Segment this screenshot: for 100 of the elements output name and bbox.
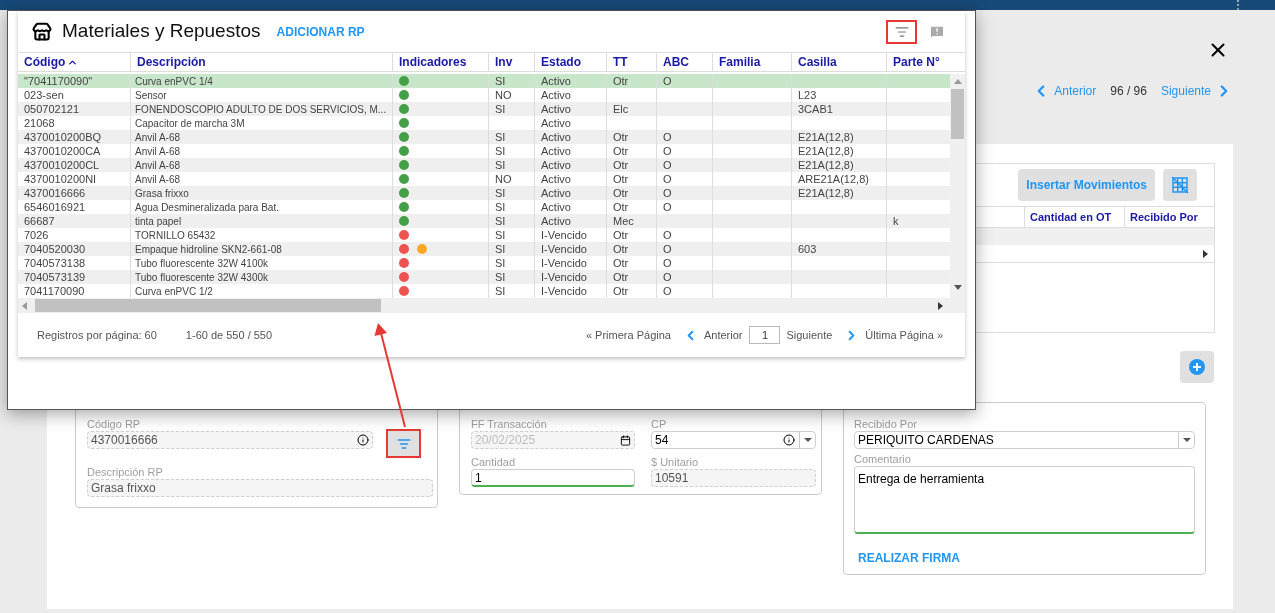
table-cell: SI bbox=[495, 144, 506, 158]
table-cell: I-Vencido bbox=[541, 284, 587, 298]
table-cell: Activo bbox=[541, 130, 571, 144]
horizontal-scrollbar[interactable] bbox=[18, 298, 965, 313]
input-field[interactable]: 54 bbox=[651, 431, 816, 449]
column-header[interactable]: Indicadores bbox=[392, 53, 488, 71]
table-cell: O bbox=[663, 242, 672, 256]
column-header[interactable]: Recibido Por bbox=[1124, 207, 1214, 227]
grid-off-button[interactable] bbox=[1163, 169, 1197, 201]
table-cell: Activo bbox=[541, 102, 571, 116]
field-label: Cantidad bbox=[471, 456, 517, 469]
table-cell: SI bbox=[495, 130, 506, 144]
input-field[interactable]: 1 bbox=[471, 469, 635, 487]
table-cell: Activo bbox=[541, 88, 571, 102]
column-header[interactable]: Familia bbox=[712, 53, 791, 71]
table-cell: Otr bbox=[613, 228, 629, 242]
dropdown-button[interactable] bbox=[799, 432, 815, 448]
table-cell: Activo bbox=[541, 74, 571, 88]
table-cell: Otr bbox=[613, 172, 629, 186]
dropdown-button[interactable] bbox=[1178, 432, 1194, 448]
table-cell: L23 bbox=[798, 88, 817, 102]
page-number-field[interactable]: 1 bbox=[749, 326, 781, 344]
table-cell: E21A(12,8) bbox=[798, 144, 854, 158]
table-cell: tinta papel bbox=[135, 214, 182, 228]
table-cell: O bbox=[663, 270, 672, 284]
info-icon[interactable] bbox=[783, 434, 795, 446]
field-label: FF Transacción bbox=[471, 418, 548, 431]
table-cell: Otr bbox=[613, 158, 629, 172]
scroll-right-icon[interactable] bbox=[1203, 249, 1208, 258]
table-cell: O bbox=[663, 74, 672, 88]
table-row[interactable]: 050702121 FONENDOSCOPIO ADULTO DE DOS SERVICIOS, M... SI Activo Elc 3CAB1 bbox=[18, 102, 950, 116]
table-cell: Anvil A-68 bbox=[135, 144, 181, 158]
table-cell: Tubo fluorescente 32W 4100k bbox=[135, 256, 269, 270]
table-cell: Activo bbox=[541, 186, 571, 200]
table-row[interactable]: 4370016666 Grasa frixxo SI Activo Otr O E21A(12,8) bbox=[18, 186, 950, 200]
table-cell: O bbox=[663, 228, 672, 242]
table-row[interactable]: 7040573139 Tubo fluorescente 32W 4300k SI I-Vencido Otr O bbox=[18, 270, 950, 284]
table-cell: 023-sen bbox=[24, 88, 64, 102]
table-cell: Anvil A-68 bbox=[135, 172, 181, 186]
table-cell: 3CAB1 bbox=[798, 102, 833, 116]
table-cell: Grasa frixxo bbox=[135, 186, 189, 200]
column-header[interactable]: Cantidad en OT bbox=[1024, 207, 1124, 227]
first-page-link[interactable]: « Primera Página bbox=[585, 326, 671, 344]
table-cell: E21A(12,8) bbox=[798, 158, 854, 172]
table-cell: Otr bbox=[613, 242, 629, 256]
field-label: Comentario bbox=[854, 453, 912, 466]
table-cell: 4370010200BQ bbox=[24, 130, 102, 144]
table-cell: ARE21A(12,8) bbox=[798, 172, 869, 186]
scrollbar-thumb[interactable] bbox=[951, 89, 964, 139]
table-cell: Empaque hidroline SKN2-661-08 bbox=[135, 242, 282, 256]
table-cell: I-Vencido bbox=[541, 270, 587, 284]
table-row[interactable]: 7040520030 Empaque hidroline SKN2-661-08 SI I-Vencido Otr O 603 bbox=[18, 242, 950, 256]
scrollbar-thumb[interactable] bbox=[35, 299, 381, 312]
table-row[interactable]: "7041170090" Curva enPVC 1/4 SI Activo Otr O bbox=[18, 74, 950, 88]
table-cell: Mec bbox=[613, 214, 634, 228]
table-cell: O bbox=[663, 130, 672, 144]
table-cell: Otr bbox=[613, 144, 629, 158]
column-header[interactable]: Código bbox=[18, 53, 130, 71]
select-field[interactable]: PERIQUITO CARDENAS bbox=[854, 431, 1195, 449]
next-page-link[interactable]: Siguiente bbox=[786, 326, 833, 344]
table-cell: I-Vencido bbox=[541, 242, 587, 256]
scroll-up-icon[interactable] bbox=[953, 79, 962, 84]
table-cell: NO bbox=[495, 88, 512, 102]
grid-off-icon bbox=[1171, 176, 1189, 194]
table-row[interactable]: 66687 tinta papel SI Activo Mec k bbox=[18, 214, 950, 228]
table-cell: Anvil A-68 bbox=[135, 130, 181, 144]
table-cell: TORNILLO 65432 bbox=[135, 228, 216, 242]
table-cell: 050702121 bbox=[24, 102, 80, 116]
table-cell: Activo bbox=[541, 144, 571, 158]
column-header[interactable]: Estado bbox=[534, 53, 606, 71]
column-header[interactable]: Descripción bbox=[130, 53, 392, 71]
dialog-title: Materiales y Repuestos bbox=[62, 19, 261, 44]
filter-button[interactable] bbox=[886, 19, 917, 44]
column-header[interactable]: ABC bbox=[656, 53, 712, 71]
table-cell: Anvil A-68 bbox=[135, 158, 181, 172]
table-cell: O bbox=[663, 284, 672, 298]
comment-icon[interactable] bbox=[929, 23, 945, 40]
table-cell: O bbox=[663, 158, 672, 172]
table-cell: Agua Desmineralizada para Bat. bbox=[135, 200, 279, 214]
filter-icon bbox=[396, 436, 411, 451]
table-row[interactable]: 4370010200BQ Anvil A-68 SI Activo Otr O E21A(12,8) bbox=[18, 130, 950, 144]
scroll-right-icon[interactable] bbox=[938, 301, 943, 310]
add-button[interactable] bbox=[1180, 351, 1214, 383]
column-header[interactable]: TT bbox=[606, 53, 656, 71]
vertical-scrollbar[interactable] bbox=[950, 74, 965, 298]
table-row[interactable]: 4370010200CL Anvil A-68 SI Activo Otr O E21A(12,8) bbox=[18, 158, 950, 172]
previous-page-link[interactable]: Anterior bbox=[703, 326, 743, 344]
last-page-link[interactable]: Última Página » bbox=[865, 326, 943, 344]
scroll-down-icon[interactable] bbox=[953, 285, 962, 290]
table-cell: I-Vencido bbox=[541, 228, 587, 242]
store-icon bbox=[32, 21, 52, 42]
scroll-left-icon[interactable] bbox=[22, 301, 27, 310]
column-header[interactable]: Inv bbox=[488, 53, 534, 71]
comment-textarea[interactable]: Entrega de herramienta bbox=[854, 466, 1195, 534]
column-header[interactable]: Casilla bbox=[791, 53, 886, 71]
column-header[interactable]: Parte N° bbox=[886, 53, 965, 71]
table-cell: 4370010200CL bbox=[24, 158, 100, 172]
search-button[interactable] bbox=[386, 429, 421, 458]
table-cell: SI bbox=[495, 256, 506, 270]
table-cell: Activo bbox=[541, 214, 571, 228]
